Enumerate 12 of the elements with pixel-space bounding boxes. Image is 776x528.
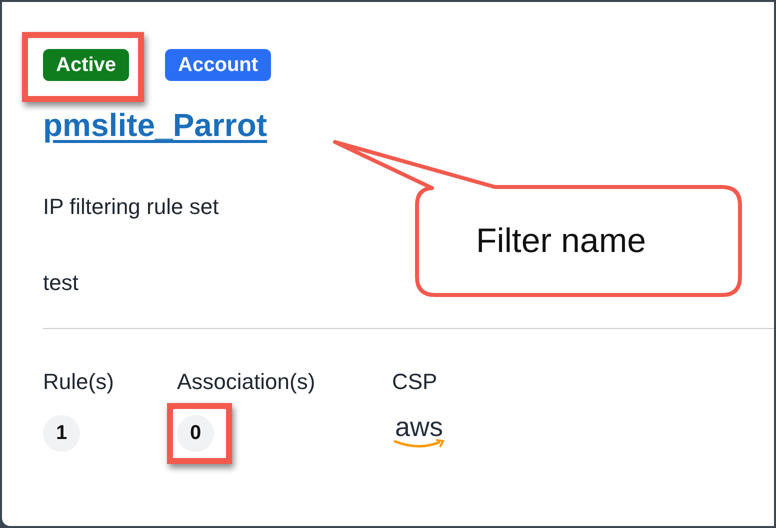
status-badge: Active bbox=[43, 49, 130, 81]
count-value: 1 bbox=[43, 415, 80, 452]
csp-logo: aws bbox=[392, 415, 446, 449]
description-label: IP filtering rule set bbox=[43, 194, 220, 220]
stat-label: CSP bbox=[392, 369, 438, 395]
filter-name-link[interactable]: pmslite_Parrot bbox=[43, 107, 268, 144]
count-value: 0 bbox=[177, 415, 214, 452]
description-text: test bbox=[43, 270, 80, 296]
callout-text: Filter name bbox=[476, 222, 646, 261]
stat-label: Rule(s) bbox=[43, 369, 115, 395]
stat-label: Association(s) bbox=[177, 369, 316, 395]
status-badge: Account bbox=[165, 49, 272, 81]
